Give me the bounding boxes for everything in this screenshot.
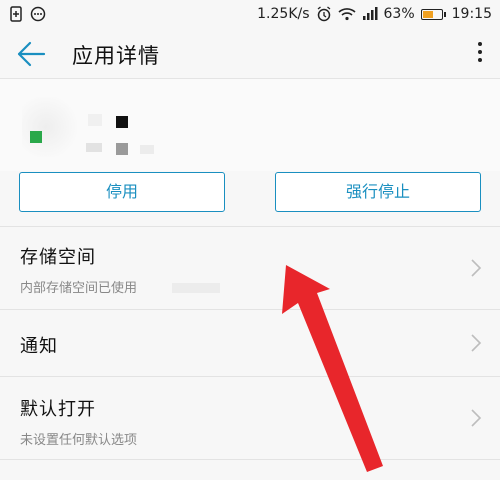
storage-subtitle: 内部存储空间已使用: [20, 281, 138, 296]
chevron-right-icon: [471, 334, 482, 352]
app-version-redacted-2: [116, 143, 128, 155]
chat-bubble-icon: [30, 6, 46, 22]
alarm-icon: [316, 6, 332, 22]
more-vert-icon[interactable]: [476, 42, 484, 66]
clock: 19:15: [451, 6, 492, 22]
status-bar-right: 1.25K/s 63% 19:15: [257, 6, 492, 22]
app-icon-dark-fragment: [116, 116, 128, 128]
storage-title: 存储空间: [20, 247, 96, 268]
app-name-redacted: [88, 114, 102, 126]
network-speed: 1.25K/s: [257, 6, 310, 22]
disable-button[interactable]: 停用: [19, 172, 225, 212]
app-icon: [22, 97, 82, 157]
app-bar: 应用详情: [0, 30, 500, 79]
notifications-title: 通知: [20, 336, 58, 357]
signal-icon: [362, 7, 378, 21]
app-icon-green-fragment: [30, 131, 42, 143]
status-bar: 1.25K/s 63% 19:15: [0, 0, 500, 30]
default-open-subtitle: 未设置任何默认选项: [20, 433, 138, 448]
list-item-notifications[interactable]: 通知: [0, 310, 500, 376]
divider: [0, 459, 500, 460]
list-item-default-open[interactable]: 默认打开 未设置任何默认选项: [0, 377, 500, 459]
chevron-right-icon: [471, 409, 482, 427]
force-stop-button[interactable]: 强行停止: [275, 172, 481, 212]
status-bar-left: [10, 6, 46, 22]
app-version-redacted-3: [140, 145, 154, 154]
storage-value-redacted: [172, 283, 220, 293]
wifi-icon: [337, 7, 356, 21]
battery-percent: 63%: [383, 6, 415, 22]
app-version-redacted: [86, 143, 102, 152]
default-open-title: 默认打开: [20, 399, 96, 420]
battery-icon: [420, 8, 446, 20]
list-item-storage[interactable]: 存储空间 内部存储空间已使用: [0, 227, 500, 309]
sim-icon: [10, 6, 22, 22]
back-arrow-icon[interactable]: [16, 40, 46, 68]
battery-level: [422, 10, 433, 18]
chevron-right-icon: [471, 259, 482, 277]
page-title: 应用详情: [72, 44, 160, 68]
app-info-header: [0, 79, 500, 171]
